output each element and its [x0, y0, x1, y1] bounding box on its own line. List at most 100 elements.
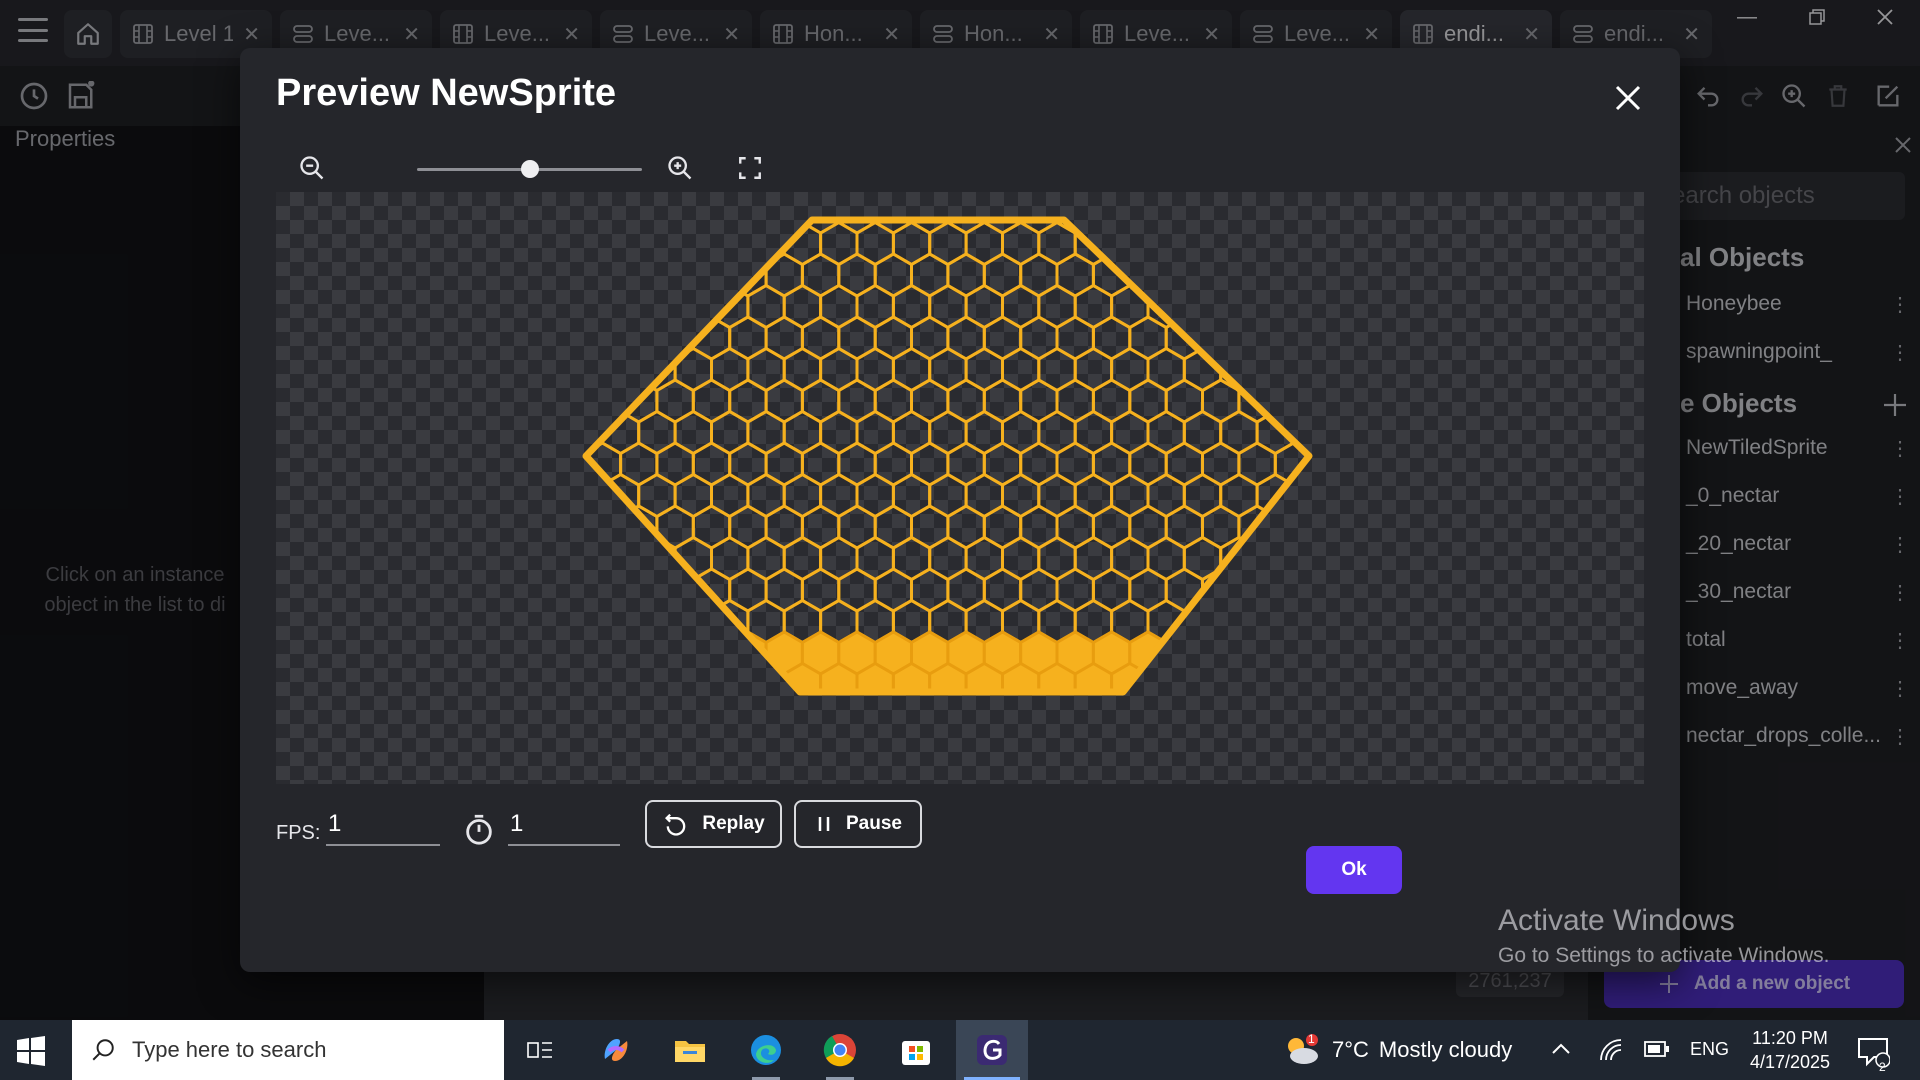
- empty-cell: [710, 598, 750, 645]
- copilot-icon[interactable]: [580, 1020, 652, 1080]
- honey-cell: [784, 727, 820, 769]
- honey-cell: [1312, 758, 1348, 784]
- dialog-close-icon[interactable]: [1608, 78, 1648, 118]
- empty-cell: [1384, 506, 1420, 548]
- empty-cell: [1330, 412, 1366, 454]
- empty-cell: [655, 220, 695, 235]
- weather-widget[interactable]: 1 7°C Mostly cloudy: [1282, 1030, 1512, 1070]
- system-clock[interactable]: 11:20 PM 4/17/2025: [1740, 1026, 1840, 1074]
- empty-cell: [637, 220, 677, 267]
- empty-cell: [1182, 283, 1223, 330]
- honey-cell: [1148, 727, 1184, 769]
- empty-cell: [586, 378, 623, 424]
- honey-cell: [984, 695, 1020, 737]
- empty-cell: [1366, 475, 1402, 517]
- empty-cell: [586, 598, 604, 645]
- zoom-slider-thumb[interactable]: [520, 160, 539, 178]
- microsoft-store-icon[interactable]: [880, 1020, 952, 1080]
- battery-icon[interactable]: [1644, 1040, 1670, 1058]
- empty-cell: [586, 220, 604, 267]
- honey-cell: [1292, 661, 1309, 692]
- honey-cell: [802, 695, 838, 737]
- honey-cell: [1384, 632, 1420, 674]
- replay-button[interactable]: Replay: [645, 800, 782, 848]
- empty-cell: [1182, 220, 1223, 267]
- empty-cell: [548, 192, 584, 233]
- duration-input[interactable]: 1: [508, 806, 620, 846]
- notification-count: 2: [1879, 1060, 1886, 1074]
- gdevelop-app-icon[interactable]: [956, 1020, 1028, 1080]
- empty-cell: [1403, 223, 1439, 265]
- fps-input[interactable]: 1: [326, 806, 440, 846]
- empty-cell: [1219, 598, 1259, 645]
- timer-icon: [466, 814, 492, 845]
- empty-cell: [728, 220, 768, 235]
- honey-cell: [639, 727, 675, 769]
- honey-cell: [1273, 630, 1309, 676]
- weather-temp: 7°C: [1332, 1037, 1369, 1062]
- empty-cell: [1403, 349, 1439, 391]
- clock-time: 11:20 PM: [1752, 1028, 1828, 1048]
- empty-cell: [1164, 252, 1204, 298]
- empty-cell: [1330, 601, 1366, 643]
- honey-cell: [657, 695, 693, 737]
- empty-cell: [1273, 378, 1309, 424]
- empty-cell: [1292, 535, 1309, 582]
- honey-cell: [1203, 758, 1239, 784]
- edge-browser-icon[interactable]: [730, 1020, 802, 1080]
- empty-cell: [586, 283, 604, 330]
- task-view-icon[interactable]: [504, 1020, 576, 1080]
- empty-cell: [1348, 443, 1384, 485]
- empty-cell: [1237, 220, 1277, 235]
- honey-cell: [1057, 695, 1093, 737]
- empty-cell: [1237, 567, 1277, 613]
- empty-cell: [1128, 220, 1168, 235]
- empty-cell: [1330, 223, 1366, 265]
- activate-windows-watermark: Activate Windows Go to Settings to activ…: [1498, 904, 1830, 968]
- honey-cell: [1075, 727, 1111, 769]
- zoom-out-icon[interactable]: [294, 150, 330, 186]
- honey-cell: [1330, 664, 1366, 706]
- taskbar-search-box[interactable]: Type here to search: [72, 1020, 504, 1080]
- zoom-in-icon[interactable]: [662, 150, 698, 186]
- empty-cell: [1201, 315, 1241, 361]
- cloudy-weather-icon: [1288, 1034, 1318, 1064]
- file-explorer-icon[interactable]: [654, 1020, 726, 1080]
- language-indicator[interactable]: ENG: [1690, 1039, 1729, 1060]
- honey-cell: [586, 661, 604, 692]
- empty-cell: [691, 252, 732, 298]
- honey-cell: [712, 727, 748, 769]
- network-icon[interactable]: [1598, 1036, 1624, 1062]
- empty-cell: [1255, 346, 1295, 393]
- empty-cell: [1348, 254, 1384, 296]
- honey-cell: [1093, 758, 1129, 784]
- empty-cell: [600, 220, 641, 267]
- empty-cell: [1292, 346, 1309, 393]
- windows-start-icon[interactable]: [16, 1036, 46, 1066]
- empty-cell: [1312, 192, 1348, 233]
- honey-cell: [948, 758, 984, 784]
- empty-cell: [1366, 412, 1402, 454]
- honey-cell: [602, 727, 638, 769]
- empty-cell: [673, 598, 713, 645]
- fit-to-screen-icon[interactable]: [732, 150, 768, 186]
- empty-cell: [1237, 315, 1277, 361]
- honey-cell: [1239, 758, 1275, 784]
- ok-button[interactable]: Ok: [1306, 846, 1402, 894]
- honey-cell: [802, 758, 838, 784]
- empty-cell: [1164, 220, 1204, 235]
- honey-cell: [855, 661, 895, 692]
- chrome-browser-icon[interactable]: [804, 1020, 876, 1080]
- empty-cell: [1312, 443, 1348, 485]
- empty-cell: [548, 506, 584, 548]
- chevron-up-icon[interactable]: [1550, 1040, 1572, 1058]
- honey-cell: [893, 727, 929, 769]
- empty-cell: [1237, 252, 1277, 298]
- honey-cell: [621, 758, 657, 784]
- empty-cell: [600, 535, 641, 582]
- honey-cell: [1366, 727, 1402, 769]
- honey-cell: [1312, 695, 1348, 737]
- pause-button[interactable]: Pause: [794, 800, 922, 848]
- empty-cell: [655, 567, 695, 613]
- sprite-preview-canvas: [276, 192, 1644, 784]
